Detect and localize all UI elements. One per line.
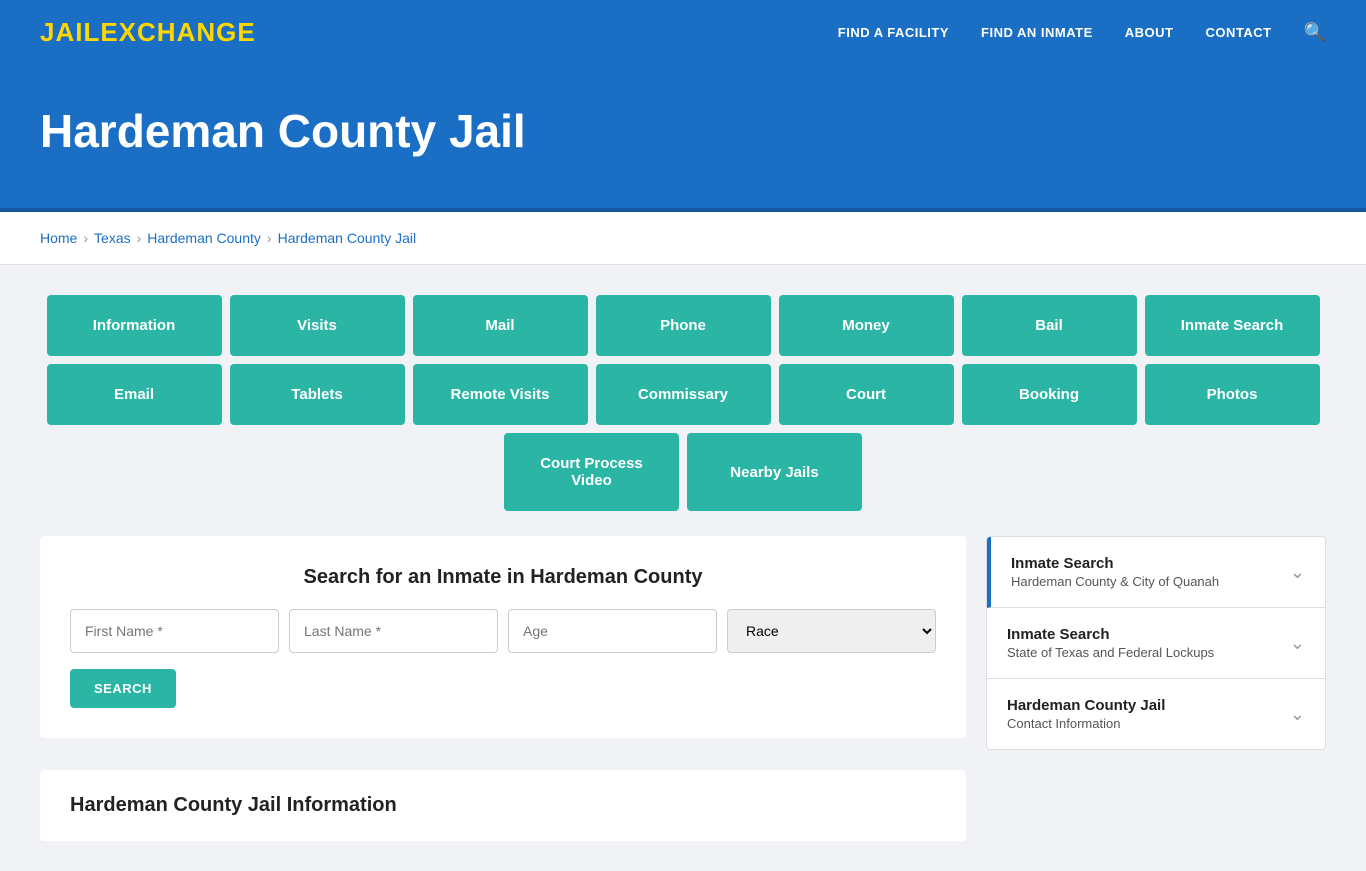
last-name-input[interactable]: [289, 609, 498, 653]
search-box: Search for an Inmate in Hardeman County …: [40, 536, 966, 738]
page-title: Hardeman County Jail: [40, 104, 1326, 158]
breadcrumb-hardeman-county-jail[interactable]: Hardeman County Jail: [278, 230, 417, 246]
sidebar-item-title-0: Inmate Search: [1011, 555, 1219, 572]
btn-booking[interactable]: Booking: [962, 364, 1137, 425]
sidebar-item-subtitle-0: Hardeman County & City of Quanah: [1011, 574, 1219, 589]
nav-about[interactable]: ABOUT: [1125, 25, 1174, 40]
info-section: Hardeman County Jail Information: [40, 770, 966, 841]
breadcrumb: Home › Texas › Hardeman County › Hardema…: [0, 212, 1366, 265]
grid-row-1: Information Visits Mail Phone Money Bail…: [40, 295, 1326, 356]
btn-remote-visits[interactable]: Remote Visits: [413, 364, 588, 425]
search-icon[interactable]: 🔍: [1304, 22, 1326, 43]
header: JAILEXCHANGE FIND A FACILITY FIND AN INM…: [0, 0, 1366, 64]
sidebar-item-2[interactable]: Hardeman County Jail Contact Information…: [987, 679, 1325, 749]
left-column: Search for an Inmate in Hardeman County …: [40, 536, 966, 841]
main-nav: FIND A FACILITY FIND AN INMATE ABOUT CON…: [838, 22, 1326, 43]
sidebar-item-text-0: Inmate Search Hardeman County & City of …: [1011, 555, 1219, 589]
btn-bail[interactable]: Bail: [962, 295, 1137, 356]
logo: JAILEXCHANGE: [40, 17, 256, 48]
breadcrumb-sep-1: ›: [83, 230, 88, 246]
info-title: Hardeman County Jail Information: [70, 794, 936, 817]
sidebar-item-text-1: Inmate Search State of Texas and Federal…: [1007, 626, 1214, 660]
sidebar-item-0[interactable]: Inmate Search Hardeman County & City of …: [987, 537, 1325, 608]
sidebar-item-subtitle-1: State of Texas and Federal Lockups: [1007, 645, 1214, 660]
nav-find-facility[interactable]: FIND A FACILITY: [838, 25, 949, 40]
nav-contact[interactable]: CONTACT: [1205, 25, 1271, 40]
category-buttons: Information Visits Mail Phone Money Bail…: [40, 295, 1326, 511]
btn-photos[interactable]: Photos: [1145, 364, 1320, 425]
breadcrumb-home[interactable]: Home: [40, 230, 77, 246]
search-button[interactable]: SEARCH: [70, 669, 176, 708]
search-fields: Race White Black Hispanic Asian Other: [70, 609, 936, 653]
breadcrumb-hardeman-county[interactable]: Hardeman County: [147, 230, 261, 246]
btn-nearby-jails[interactable]: Nearby Jails: [687, 433, 862, 511]
btn-court[interactable]: Court: [779, 364, 954, 425]
nav-find-inmate[interactable]: FIND AN INMATE: [981, 25, 1093, 40]
chevron-down-icon-0: ⌄: [1290, 562, 1305, 583]
sidebar-item-subtitle-2: Contact Information: [1007, 716, 1165, 731]
breadcrumb-sep-3: ›: [267, 230, 272, 246]
search-title: Search for an Inmate in Hardeman County: [70, 566, 936, 589]
btn-court-process-video[interactable]: Court Process Video: [504, 433, 679, 511]
sidebar: Inmate Search Hardeman County & City of …: [986, 536, 1326, 750]
btn-email[interactable]: Email: [47, 364, 222, 425]
btn-phone[interactable]: Phone: [596, 295, 771, 356]
race-select[interactable]: Race White Black Hispanic Asian Other: [727, 609, 936, 653]
content-area: Information Visits Mail Phone Money Bail…: [0, 265, 1366, 871]
btn-money[interactable]: Money: [779, 295, 954, 356]
sidebar-item-1[interactable]: Inmate Search State of Texas and Federal…: [987, 608, 1325, 679]
grid-row-2: Email Tablets Remote Visits Commissary C…: [40, 364, 1326, 425]
btn-information[interactable]: Information: [47, 295, 222, 356]
btn-tablets[interactable]: Tablets: [230, 364, 405, 425]
btn-inmate-search[interactable]: Inmate Search: [1145, 295, 1320, 356]
btn-commissary[interactable]: Commissary: [596, 364, 771, 425]
main-layout: Search for an Inmate in Hardeman County …: [40, 536, 1326, 841]
grid-row-3: Court Process Video Nearby Jails: [40, 433, 1326, 511]
sidebar-item-title-2: Hardeman County Jail: [1007, 697, 1165, 714]
breadcrumb-sep-2: ›: [137, 230, 142, 246]
btn-visits[interactable]: Visits: [230, 295, 405, 356]
breadcrumb-texas[interactable]: Texas: [94, 230, 131, 246]
logo-jail: JAIL: [40, 17, 100, 47]
chevron-down-icon-1: ⌄: [1290, 633, 1305, 654]
btn-mail[interactable]: Mail: [413, 295, 588, 356]
chevron-down-icon-2: ⌄: [1290, 704, 1305, 725]
hero-section: Hardeman County Jail: [0, 64, 1366, 212]
sidebar-item-title-1: Inmate Search: [1007, 626, 1214, 643]
logo-exchange: EXCHANGE: [100, 17, 255, 47]
first-name-input[interactable]: [70, 609, 279, 653]
sidebar-item-text-2: Hardeman County Jail Contact Information: [1007, 697, 1165, 731]
age-input[interactable]: [508, 609, 717, 653]
